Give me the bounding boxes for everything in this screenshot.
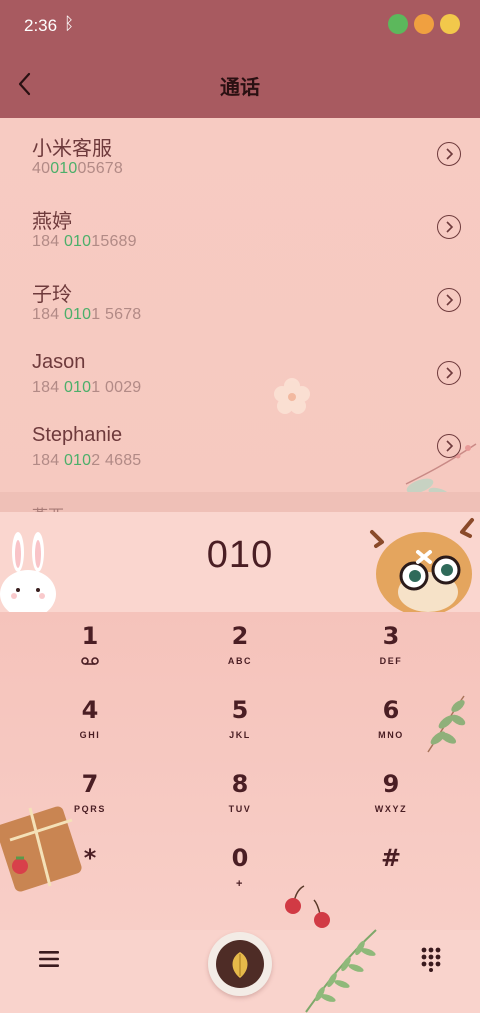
- status-time: 2:36: [24, 16, 58, 35]
- key-letters: PQRS: [74, 804, 106, 814]
- key-2[interactable]: 2 ABC: [180, 612, 300, 682]
- key-digit: 8: [231, 770, 249, 798]
- number-match: 010: [63, 306, 92, 323]
- key-letters: GHI: [79, 730, 101, 740]
- contact-name: 燕西: [32, 502, 64, 512]
- fruit-icon: [414, 14, 434, 34]
- contact-number: 184 0101 0029: [32, 379, 141, 397]
- number-prefix: 184: [32, 306, 64, 323]
- key-7[interactable]: 7 PQRS: [30, 760, 150, 830]
- chevron-right-icon[interactable]: [437, 215, 461, 239]
- key-digit: *: [83, 844, 97, 872]
- key-digit: #: [380, 844, 402, 872]
- number-suffix: 05678: [77, 160, 123, 177]
- contact-name: 子玲: [32, 284, 72, 306]
- contact-number: 184 0101 5678: [32, 306, 141, 324]
- menu-icon: [39, 951, 59, 967]
- key-digit: 1: [81, 622, 99, 650]
- contact-name: Stephanie: [32, 424, 123, 446]
- contact-name: 燕婷: [32, 211, 72, 233]
- dial-keypad: 1 2 ABC 3 DEF 4 GHI 5 JKL 6 MNO 7 PQRS 8…: [0, 612, 480, 930]
- key-digit: 0: [231, 844, 249, 872]
- key-digit: 9: [382, 770, 400, 798]
- contact-row[interactable]: 子玲 184 0101 5678: [0, 264, 480, 337]
- key-5[interactable]: 5 JKL: [180, 686, 300, 756]
- key-1[interactable]: 1: [30, 612, 150, 682]
- status-icons: [388, 14, 460, 34]
- key-letters: TUV: [228, 804, 252, 814]
- key-digit: 6: [382, 696, 400, 724]
- number-match: 010: [63, 233, 92, 250]
- key-9[interactable]: 9 WXYZ: [331, 760, 451, 830]
- chevron-right-icon[interactable]: [437, 434, 461, 458]
- dialpad-icon: [421, 947, 441, 972]
- number-suffix: 2 4685: [91, 452, 142, 469]
- contact-number: 184 0102 4685: [32, 452, 141, 470]
- chevron-right-icon[interactable]: [437, 288, 461, 312]
- number-prefix: 184: [32, 233, 64, 250]
- chevron-right-icon[interactable]: [437, 142, 461, 166]
- chevron-right-icon[interactable]: [437, 361, 461, 385]
- key-6[interactable]: 6 MNO: [331, 686, 451, 756]
- call-button[interactable]: [208, 932, 272, 996]
- contact-name: 小米客服: [32, 138, 112, 160]
- contact-row[interactable]: 小米客服 4001005678: [0, 118, 480, 191]
- fern-decoration: [305, 929, 377, 1013]
- contact-row[interactable]: 燕婷 184 01015689: [0, 191, 480, 264]
- dial-display: 010: [0, 512, 480, 612]
- key-digit: 5: [231, 696, 249, 724]
- bluetooth-icon: ᛒ: [64, 14, 75, 33]
- key-letters: WXYZ: [374, 804, 408, 814]
- number-prefix: 184: [32, 379, 64, 396]
- contact-number: 184 01015689: [32, 233, 137, 251]
- number-prefix: 40: [32, 160, 51, 177]
- bottom-bar: [0, 929, 480, 1013]
- chick-icon: [440, 14, 460, 34]
- page-title: 通话: [220, 77, 260, 99]
- contact-name: Jason: [32, 351, 86, 373]
- key-0[interactable]: 0 +: [180, 834, 300, 904]
- key-letters: +: [235, 878, 245, 890]
- contact-row-partial[interactable]: 燕西: [0, 492, 480, 512]
- key-letters: MNO: [378, 730, 404, 740]
- status-bar: 2:36 ᛒ: [0, 0, 480, 52]
- call-cup: [216, 940, 264, 988]
- number-match: 010: [63, 379, 92, 396]
- number-match: 010: [63, 452, 92, 469]
- contact-list[interactable]: 小米客服 4001005678 燕婷 184 01015689 子玲 184 0…: [0, 118, 480, 512]
- key-letters: JKL: [229, 730, 251, 740]
- key-digit: 3: [382, 622, 400, 650]
- number-suffix: 1 5678: [91, 306, 142, 323]
- deer-decoration: [370, 518, 474, 612]
- key-4[interactable]: 4 GHI: [30, 686, 150, 756]
- key-letters: DEF: [379, 656, 403, 666]
- key-hash[interactable]: #: [331, 834, 451, 904]
- key-digit: 7: [81, 770, 99, 798]
- number-suffix: 15689: [91, 233, 137, 250]
- voicemail-icon: [81, 657, 99, 665]
- number-prefix: 184: [32, 452, 64, 469]
- key-letters: ABC: [227, 656, 253, 666]
- number-match: 010: [50, 160, 78, 177]
- contact-row[interactable]: Jason 184 0101 0029: [0, 337, 480, 410]
- contact-number: 4001005678: [32, 160, 123, 178]
- dialpad-toggle-button[interactable]: [420, 946, 442, 972]
- key-digit: 2: [231, 622, 249, 650]
- title-bar: 通话: [0, 52, 480, 118]
- key-digit: 4: [81, 696, 99, 724]
- phone-leaf-icon: [232, 952, 248, 978]
- key-3[interactable]: 3 DEF: [331, 612, 451, 682]
- contact-row[interactable]: Stephanie 184 0102 4685: [0, 410, 480, 483]
- menu-button[interactable]: [38, 948, 60, 970]
- clover-icon: [388, 14, 408, 34]
- key-star[interactable]: *: [30, 834, 150, 904]
- key-8[interactable]: 8 TUV: [180, 760, 300, 830]
- number-suffix: 1 0029: [91, 379, 142, 396]
